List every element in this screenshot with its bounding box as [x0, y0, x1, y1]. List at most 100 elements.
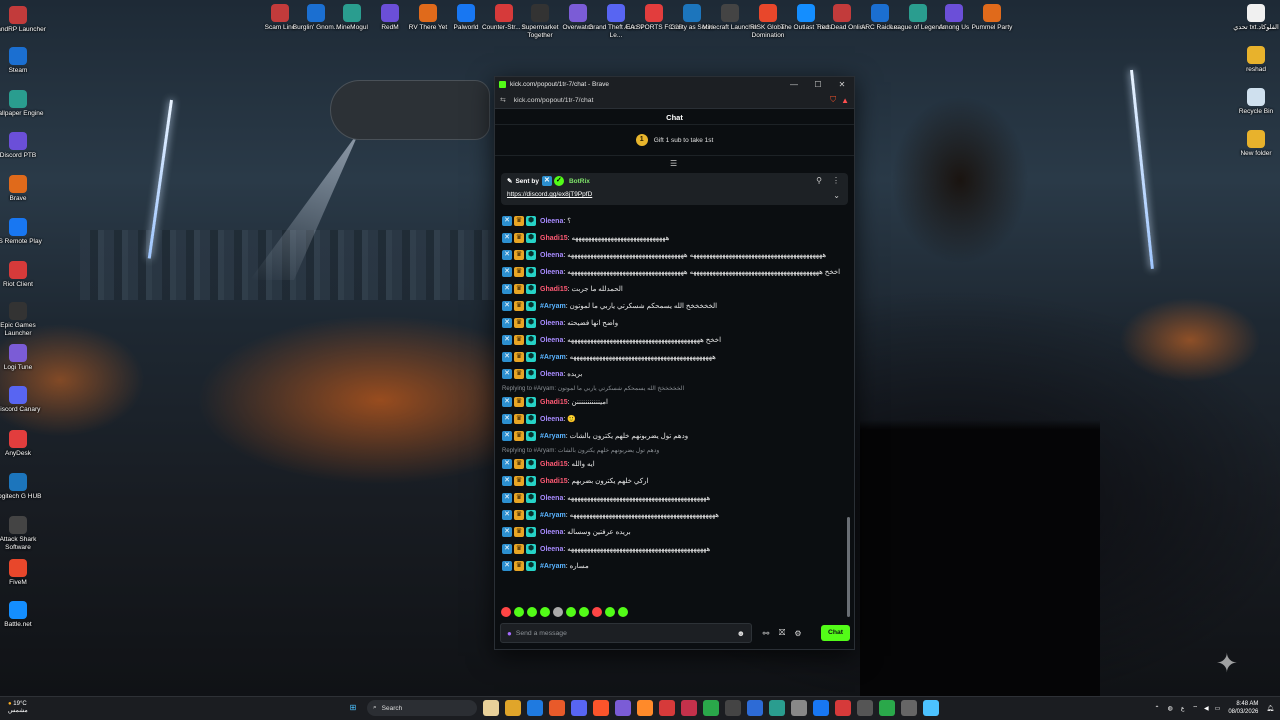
desktop-icon[interactable]: PS Remote Play [0, 218, 50, 246]
start-button[interactable]: ⊞ [345, 700, 361, 716]
chat-username[interactable]: Ghadi15 [540, 478, 568, 485]
site-settings-icon[interactable]: ⇆ [500, 96, 506, 104]
desktop-icon[interactable]: AnyDesk [0, 430, 50, 458]
taskbar-app-icon[interactable] [835, 700, 851, 716]
expand-chevron-icon[interactable]: ☰ [670, 159, 677, 168]
close-button[interactable]: ✕ [830, 80, 854, 89]
desktop-icon[interactable]: Logitech G HUB [0, 473, 50, 501]
emote-icon[interactable] [514, 607, 524, 617]
address-bar[interactable]: ⇆ kick.com/popout/1tr-7/chat ⛉ ▲ [495, 92, 854, 109]
emote-icon[interactable] [501, 607, 511, 617]
taskbar-app-icon[interactable] [571, 700, 587, 716]
chat-username[interactable]: Oleena [540, 546, 563, 553]
chat-username[interactable]: #Aryam [540, 512, 566, 519]
emote-icon[interactable] [566, 607, 576, 617]
desktop-icon[interactable]: Logi Tune [0, 344, 50, 372]
taskbar-app-icon[interactable] [659, 700, 675, 716]
chat-username[interactable]: Ghadi15 [540, 286, 568, 293]
pinned-link[interactable]: https://discord.gg/ex8jT9PpfD [507, 191, 842, 198]
unpin-icon[interactable]: ⚲ [816, 176, 822, 185]
chat-username[interactable]: Oleena [540, 337, 563, 344]
chat-username[interactable]: Ghadi15 [540, 235, 568, 242]
chat-username[interactable]: Oleena [540, 529, 563, 536]
battery-icon[interactable]: ▭ [1215, 705, 1221, 712]
chat-message-input[interactable] [515, 629, 737, 637]
chat-username[interactable]: Oleena [540, 416, 563, 423]
desktop-icon[interactable]: Discord PTB [0, 132, 50, 160]
chat-input-box[interactable]: ● ☻ [500, 623, 752, 643]
desktop-icon[interactable]: Steam [0, 47, 50, 75]
taskbar-app-icon[interactable] [879, 700, 895, 716]
taskbar-app-icon[interactable] [703, 700, 719, 716]
chat-scrollbar[interactable] [847, 517, 850, 617]
chat-username[interactable]: Oleena [540, 320, 563, 327]
chat-username[interactable]: Ghadi15 [540, 399, 568, 406]
emote-icon[interactable] [605, 607, 615, 617]
desktop-icon[interactable]: New folder [1224, 130, 1280, 158]
desktop-icon[interactable]: Pummel Party [962, 4, 1022, 32]
mic-icon[interactable]: ● [507, 629, 512, 638]
taskbar-app-icon[interactable] [857, 700, 873, 716]
link-icon[interactable]: ⚯ [758, 629, 774, 638]
taskbar-app-icon[interactable] [901, 700, 917, 716]
settings-gear-icon[interactable]: ⚙ [790, 629, 806, 638]
chat-username[interactable]: Oleena [540, 218, 563, 225]
taskbar-app-icon[interactable] [681, 700, 697, 716]
emote-icon[interactable] [527, 607, 537, 617]
emote-icon[interactable] [540, 607, 550, 617]
wifi-icon[interactable]: ⌔ [1192, 704, 1198, 712]
gift-icon[interactable]: ⛝ [774, 628, 790, 638]
taskbar-app-icon[interactable] [747, 700, 763, 716]
emoji-icon[interactable]: ☻ [737, 629, 745, 638]
taskbar-app-icon[interactable] [769, 700, 785, 716]
desktop-icon[interactable]: Recycle Bin [1224, 88, 1280, 116]
tray-overflow-icon[interactable]: ⌃ [1155, 705, 1160, 712]
collapse-chevron-icon[interactable]: ⌄ [833, 191, 840, 200]
emote-icon[interactable] [553, 607, 563, 617]
chat-username[interactable]: Oleena [540, 252, 563, 259]
desktop-icon[interactable]: Wallpaper Engine [0, 90, 50, 118]
gift-sub-banner[interactable]: 1 Gift 1 sub to take 1st [495, 125, 854, 156]
emote-icon[interactable] [618, 607, 628, 617]
taskbar-app-icon[interactable] [549, 700, 565, 716]
minimize-button[interactable]: — [782, 80, 806, 89]
reply-context[interactable]: Replying to #Aryam: الخخخخخخ الله يسمحكم… [502, 382, 852, 393]
desktop-icon[interactable]: Attack Shark Software [0, 516, 50, 552]
taskbar-app-icon[interactable] [791, 700, 807, 716]
desktop-icon[interactable]: FiveM [0, 559, 50, 587]
chat-username[interactable]: #Aryam [540, 354, 566, 361]
chat-username[interactable]: Ghadi15 [540, 461, 568, 468]
notification-bell-icon[interactable]: 🔔︎ [1266, 705, 1274, 712]
language-indicator[interactable]: ع [1181, 705, 1185, 712]
emote-icon[interactable] [579, 607, 589, 617]
desktop-icon[interactable]: Battle.net [0, 601, 50, 629]
desktop-icon[interactable]: تحدي txt.الفلوكاد [1224, 4, 1280, 32]
taskbar-search[interactable]: ⌕ Search [367, 700, 477, 716]
reply-context[interactable]: Replying to #Aryam: ودهم تول يضربونهم خل… [502, 444, 852, 455]
taskbar-app-icon[interactable] [725, 700, 741, 716]
desktop-icon[interactable]: Epic Games Launcher [0, 302, 50, 338]
desktop-icon[interactable]: Discord Canary [0, 386, 50, 414]
more-options-icon[interactable]: ⋮ [832, 176, 840, 185]
chat-username[interactable]: #Aryam [540, 563, 566, 570]
taskbar-app-icon[interactable] [483, 700, 499, 716]
taskbar-app-icon[interactable] [923, 700, 939, 716]
brave-rewards-icon[interactable]: ▲ [841, 96, 849, 105]
taskbar-app-icon[interactable] [505, 700, 521, 716]
chat-username[interactable]: #Aryam [540, 433, 566, 440]
chat-username[interactable]: Oleena [540, 269, 563, 276]
url-text[interactable]: kick.com/popout/1tr-7/chat [514, 97, 830, 104]
pinned-username[interactable]: BotRix [569, 178, 590, 185]
taskbar-app-icon[interactable] [637, 700, 653, 716]
desktop-icon[interactable]: GrandRP Launcher [0, 6, 50, 34]
taskbar-app-icon[interactable] [527, 700, 543, 716]
taskbar-app-icon[interactable] [813, 700, 829, 716]
chat-username[interactable]: Oleena [540, 495, 563, 502]
maximize-button[interactable]: ☐ [806, 80, 830, 89]
emote-icon[interactable] [592, 607, 602, 617]
desktop-icon[interactable]: reshad [1224, 46, 1280, 74]
desktop-icon[interactable]: Brave [0, 175, 50, 203]
chat-username[interactable]: Oleena [540, 371, 563, 378]
taskbar-app-icon[interactable] [615, 700, 631, 716]
taskbar-app-icon[interactable] [593, 700, 609, 716]
